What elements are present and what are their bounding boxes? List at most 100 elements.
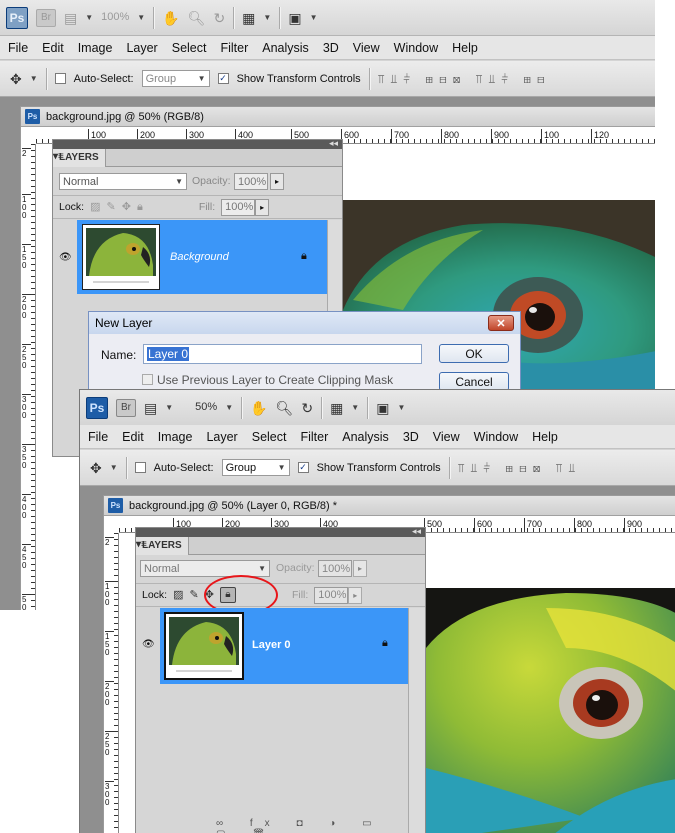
fill-arrow-icon[interactable]: ▸: [348, 586, 363, 604]
layer-name[interactable]: Layer 0: [252, 639, 291, 651]
ruler-number: 1 0 0: [22, 194, 31, 220]
lock-transparency-icon[interactable]: ▨: [90, 201, 100, 213]
separator: [448, 456, 450, 479]
move-tool-icon[interactable]: ✥: [10, 72, 22, 86]
menu-select[interactable]: Select: [252, 430, 287, 444]
zoom-level[interactable]: 50%: [195, 402, 217, 413]
hand-tool-icon[interactable]: ✋: [162, 11, 179, 25]
menu-3d[interactable]: 3D: [403, 430, 419, 444]
menu-window[interactable]: Window: [474, 430, 518, 444]
menu-filter[interactable]: Filter: [300, 430, 328, 444]
show-transform-checkbox[interactable]: ✓: [217, 73, 229, 84]
menu-file[interactable]: File: [88, 430, 108, 444]
layer-row-layer-0[interactable]: Layer 0 🔒︎: [160, 608, 408, 684]
opacity-field[interactable]: 100%: [234, 173, 268, 190]
arrange-documents-icon[interactable]: ▦: [330, 401, 343, 415]
screen-mode-frame-icon[interactable]: ▣: [376, 401, 389, 415]
lock-transparency-icon[interactable]: ▨: [173, 589, 183, 601]
eye-visibility-icon[interactable]: 👁︎: [142, 639, 156, 650]
blend-mode-dropdown[interactable]: Normal ▼: [140, 560, 270, 577]
back-document-tab[interactable]: Ps background.jpg @ 50% (RGB/8): [21, 107, 655, 127]
bridge-button[interactable]: Br: [36, 8, 56, 27]
menu-view[interactable]: View: [433, 430, 460, 444]
menu-edit[interactable]: Edit: [122, 430, 144, 444]
menu-analysis[interactable]: Analysis: [342, 430, 389, 444]
screen-mode-frame-icon[interactable]: ▣: [288, 11, 301, 25]
ruler-number: 2: [22, 148, 31, 158]
layer-row-background[interactable]: Background 🔒︎: [77, 220, 327, 294]
screen-mode-icon[interactable]: ▤: [64, 11, 77, 25]
bridge-button[interactable]: Br: [116, 398, 136, 417]
menu-help[interactable]: Help: [532, 430, 558, 444]
menu-layer[interactable]: Layer: [126, 41, 157, 55]
zoom-tool-icon[interactable]: 🔍︎: [188, 11, 206, 25]
panel-menu-icon[interactable]: ▾≡: [136, 539, 422, 557]
screen-mode-icon[interactable]: ▤: [144, 401, 157, 415]
opacity-arrow-icon[interactable]: ▸: [270, 173, 284, 190]
blend-mode-dropdown[interactable]: Normal ▼: [59, 173, 187, 190]
layer-thumbnail: [82, 224, 160, 290]
menu-view[interactable]: View: [353, 41, 380, 55]
eye-visibility-icon[interactable]: 👁︎: [59, 252, 73, 263]
move-tool-icon[interactable]: ✥: [90, 461, 102, 475]
lock-image-icon[interactable]: ✎: [190, 589, 199, 601]
ruler-number: 3 0 0: [105, 781, 114, 807]
menu-window[interactable]: Window: [394, 41, 438, 55]
opacity-arrow-icon[interactable]: ▸: [353, 560, 367, 577]
menu-3d[interactable]: 3D: [323, 41, 339, 55]
rotate-view-icon[interactable]: ↻: [213, 11, 225, 25]
hand-tool-icon[interactable]: ✋: [250, 401, 267, 415]
clipping-mask-label: Use Previous Layer to Create Clipping Ma…: [157, 373, 394, 387]
opacity-field[interactable]: 100%: [318, 560, 352, 577]
menu-image[interactable]: Image: [158, 430, 193, 444]
auto-select-checkbox[interactable]: [134, 462, 146, 473]
clipping-mask-checkbox[interactable]: [142, 374, 153, 385]
menu-edit[interactable]: Edit: [42, 41, 64, 55]
opacity-value: 100%: [238, 175, 267, 188]
fill-field[interactable]: 100%: [314, 586, 349, 604]
menu-file[interactable]: File: [8, 41, 28, 55]
fill-arrow-icon[interactable]: ▸: [255, 198, 270, 216]
menu-filter[interactable]: Filter: [220, 41, 248, 55]
panel-bottom-icons[interactable]: ∞ fx ◘ ◑ ▭ ▢ 🗑︎: [216, 818, 406, 833]
lock-position-icon[interactable]: ✥: [122, 201, 131, 213]
back-doc-title: background.jpg @ 50% (RGB/8): [46, 110, 204, 123]
menu-analysis[interactable]: Analysis: [262, 41, 309, 55]
lock-all-icon[interactable]: 🔒︎: [137, 201, 143, 213]
front-vertical-ruler: 2 1 0 0 1 5 0 2 0 0 2 5 0 3 0 0: [104, 533, 119, 833]
rotate-view-icon[interactable]: ↻: [301, 401, 313, 415]
chevron-down-icon: ▼: [351, 403, 360, 412]
separator: [45, 67, 47, 90]
front-photoshop-window: Ps Br ▤ ▼ 50% ▼ ✋ 🔍︎ ↻ ▦ ▼ ▣ ▼ File Edit Ima…: [79, 389, 675, 833]
menu-select[interactable]: Select: [172, 41, 207, 55]
zoom-level[interactable]: 100%: [101, 12, 129, 23]
auto-select-checkbox[interactable]: [54, 73, 66, 84]
align-icons[interactable]: ⫪⫫⫩ ⊞⊟⊠ ⫪⫫: [458, 462, 582, 474]
close-icon: ✕: [496, 317, 506, 330]
zoom-tool-icon[interactable]: 🔍︎: [276, 401, 294, 415]
panel-menu-icon[interactable]: ▾≡: [53, 151, 339, 169]
arrange-documents-icon[interactable]: ▦: [242, 11, 255, 25]
ruler-number: 1 0 0: [105, 581, 114, 607]
panel-scrollbar[interactable]: [408, 608, 425, 833]
lock-image-icon[interactable]: ✎: [107, 201, 116, 213]
fill-field[interactable]: 100%: [221, 198, 256, 216]
layer-name[interactable]: Background: [170, 251, 229, 263]
lock-row: Lock: ▨ ✎ ✥ 🔒︎ Fill: 100% ▸: [136, 583, 425, 607]
auto-select-dropdown[interactable]: Group ▼: [221, 459, 290, 476]
ok-button[interactable]: OK: [439, 344, 509, 363]
front-canvas-parrot-image[interactable]: [426, 588, 675, 833]
collapse-icon[interactable]: ◂◂: [329, 140, 338, 149]
auto-select-dropdown[interactable]: Group ▼: [141, 70, 210, 87]
show-transform-checkbox[interactable]: ✓: [297, 462, 309, 473]
back-menu-bar: File Edit Image Layer Select Filter Anal…: [0, 36, 655, 60]
align-icons[interactable]: ⫪⫫⫩ ⊞⊟⊠ ⫪⫫⫩ ⊞⊟: [378, 73, 551, 85]
layer-name-input[interactable]: Layer 0: [143, 344, 422, 364]
collapse-icon[interactable]: ◂◂: [412, 528, 421, 537]
chevron-down-icon: ▼: [225, 403, 234, 412]
menu-help[interactable]: Help: [452, 41, 478, 55]
close-button[interactable]: ✕: [488, 315, 514, 331]
menu-image[interactable]: Image: [78, 41, 113, 55]
menu-layer[interactable]: Layer: [206, 430, 237, 444]
front-document-tab[interactable]: Ps background.jpg @ 50% (Layer 0, RGB/8) …: [104, 496, 675, 516]
